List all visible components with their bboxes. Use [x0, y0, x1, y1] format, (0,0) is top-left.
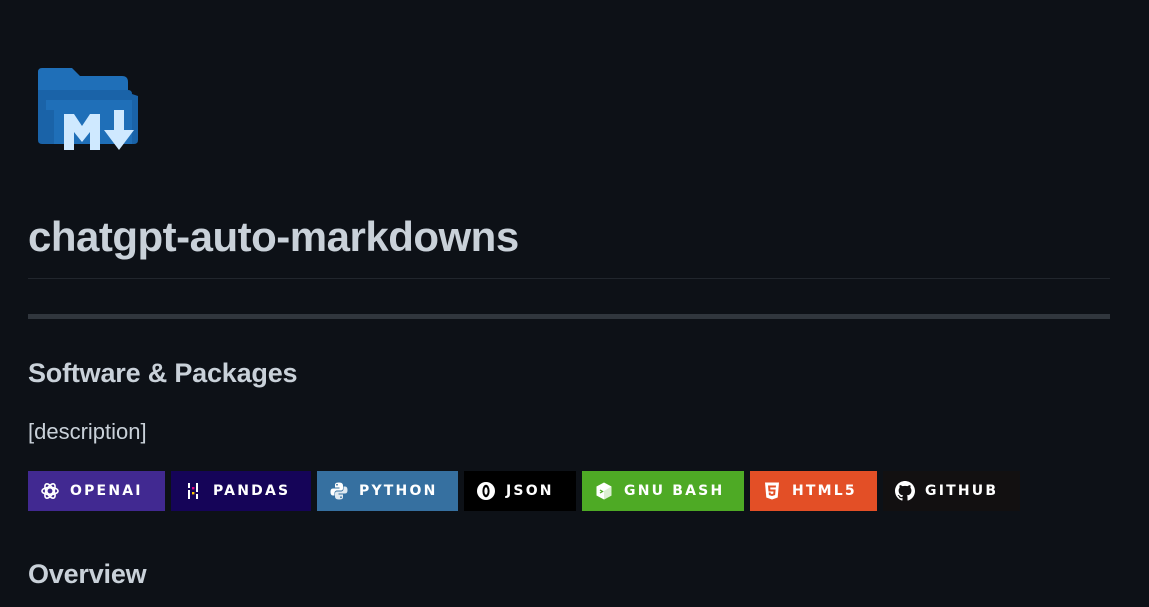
badge-pandas[interactable]: PANDAS: [171, 471, 311, 511]
badge-python[interactable]: PYTHON: [317, 471, 458, 511]
openai-icon: [40, 481, 60, 501]
badge-label: HTML5: [792, 483, 857, 499]
badge-html5[interactable]: HTML5: [750, 471, 877, 511]
badge-openai[interactable]: OPENAI: [28, 471, 165, 511]
section-description: [description]: [28, 419, 147, 444]
github-icon: [895, 481, 915, 501]
page-title: chatgpt-auto-markdowns: [28, 213, 519, 260]
readme-page: chatgpt-auto-markdowns Software & Packag…: [0, 0, 1149, 607]
html5-icon: [762, 481, 782, 501]
badge-row: OPENAI PANDAS PYTHON JSON GNU BASH HTML5…: [28, 471, 1020, 511]
badge-gnu-bash[interactable]: GNU BASH: [582, 471, 744, 511]
horizontal-rule: [28, 314, 1110, 319]
badge-github[interactable]: GITHUB: [883, 471, 1020, 511]
badge-json[interactable]: JSON: [464, 471, 576, 511]
badge-label: GITHUB: [925, 483, 999, 499]
json-icon: [476, 481, 496, 501]
python-icon: [329, 481, 349, 501]
folder-markdown-icon: [38, 68, 138, 150]
badge-label: PYTHON: [359, 483, 438, 499]
pandas-icon: [183, 481, 203, 501]
badge-label: GNU BASH: [624, 483, 725, 499]
section-heading-software: Software & Packages: [28, 358, 298, 388]
bash-icon: [594, 481, 614, 501]
badge-label: PANDAS: [213, 483, 291, 499]
badge-label: JSON: [506, 483, 554, 499]
badge-label: OPENAI: [70, 483, 143, 499]
title-divider: [28, 278, 1110, 279]
section-heading-overview: Overview: [28, 559, 147, 589]
